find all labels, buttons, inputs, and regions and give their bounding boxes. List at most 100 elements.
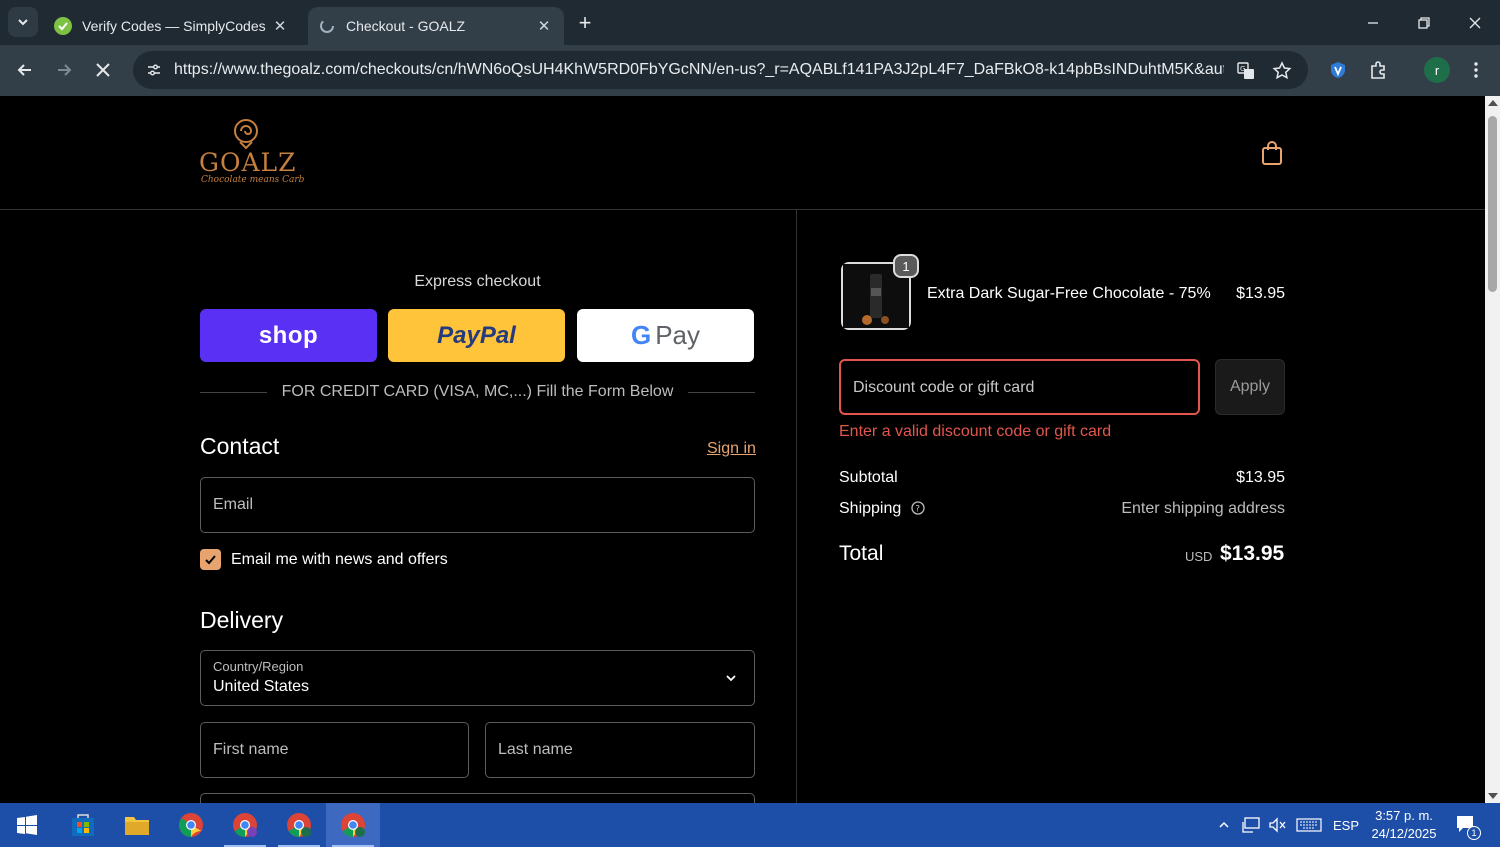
windows-taskbar: ESP 3:57 p. m. 24/12/2025 1 — [0, 803, 1500, 847]
address-bar[interactable]: https://www.thegoalz.com/checkouts/cn/hW… — [133, 51, 1308, 89]
clock-date: 24/12/2025 — [1371, 826, 1437, 841]
discount-code-input[interactable]: Discount code or gift card — [839, 359, 1200, 415]
microsoft-store-app[interactable] — [56, 803, 110, 847]
folder-icon — [125, 817, 149, 835]
chrome-app[interactable] — [164, 803, 218, 847]
company-field[interactable] — [200, 793, 755, 803]
site-info-icon[interactable] — [141, 57, 167, 83]
extension-shield-icon[interactable] — [1323, 55, 1353, 85]
chrome-active-app[interactable] — [326, 803, 380, 847]
logo-emblem-icon — [234, 119, 258, 150]
email-placeholder: Email — [213, 496, 254, 513]
express-checkout-title: Express checkout — [414, 273, 541, 290]
store-header: GOALZ Chocolate means Carb — [0, 96, 1485, 210]
checkout-page: GOALZ Chocolate means Carb Express check… — [0, 96, 1485, 803]
chrome-profile-p-app[interactable] — [218, 803, 272, 847]
delivery-heading: Delivery — [200, 607, 284, 633]
show-hidden-icons-chevron-up-icon[interactable] — [1212, 803, 1236, 847]
url-text: https://www.thegoalz.com/checkouts/cn/hW… — [174, 61, 1224, 78]
credit-card-divider: FOR CREDIT CARD (VISA, MC,...) Fill the … — [200, 382, 755, 402]
volume-muted-icon[interactable] — [1265, 803, 1289, 847]
apply-discount-button[interactable]: Apply — [1215, 359, 1285, 415]
store-logo[interactable]: GOALZ Chocolate means Carb — [199, 118, 309, 188]
paypal-button[interactable]: PayPal — [388, 309, 565, 362]
close-window-button[interactable] — [1450, 0, 1500, 45]
kebab-menu-icon[interactable] — [1461, 55, 1491, 85]
first-name-placeholder: First name — [213, 741, 289, 758]
subtotal-label: Subtotal — [839, 469, 898, 486]
discount-error-message: Enter a valid discount code or gift card — [839, 423, 1112, 440]
paypal-label: PayPal — [437, 321, 516, 349]
shop-pay-button[interactable]: shop — [200, 309, 377, 362]
translate-icon[interactable]: G — [1233, 58, 1259, 84]
shipping-value: Enter shipping address — [1121, 500, 1285, 517]
scrollbar-thumb[interactable] — [1488, 116, 1497, 292]
quantity-badge: 1 — [893, 254, 919, 278]
chrome-profile-r-app[interactable] — [272, 803, 326, 847]
column-divider — [796, 210, 797, 803]
close-icon — [96, 63, 110, 77]
google-pay-label: Pay — [655, 320, 701, 350]
chevron-down-icon — [18, 19, 28, 26]
sign-in-link[interactable]: Sign in — [707, 440, 756, 458]
last-name-placeholder: Last name — [498, 741, 573, 758]
country-select[interactable]: Country/Region United States — [200, 650, 755, 706]
restore-button[interactable] — [1399, 0, 1449, 45]
store-icon — [72, 814, 94, 836]
google-g-icon: G — [630, 320, 652, 350]
scroll-down-arrow-icon[interactable] — [1488, 793, 1498, 799]
discount-placeholder: Discount code or gift card — [853, 379, 1035, 396]
divider-text: FOR CREDIT CARD (VISA, MC,...) Fill the … — [281, 383, 674, 400]
keyboard-icon[interactable] — [1292, 803, 1326, 847]
shipping-label: Shipping ? — [839, 500, 925, 518]
chrome-icon — [341, 813, 365, 837]
country-label: Country/Region — [213, 659, 304, 674]
tab-search-button[interactable] — [8, 7, 38, 37]
new-tab-button[interactable]: + — [572, 10, 598, 36]
tab-checkout-goalz[interactable]: Checkout - GOALZ ✕ — [308, 7, 564, 45]
logo-wordmark: GOALZ — [199, 148, 297, 177]
back-button[interactable] — [10, 55, 40, 85]
forward-button[interactable] — [49, 55, 79, 85]
file-explorer-app[interactable] — [110, 803, 164, 847]
minimize-button[interactable] — [1348, 0, 1398, 45]
tab-simplycodes[interactable]: Verify Codes — SimplyCodes ✕ — [44, 7, 300, 45]
bookmark-star-icon[interactable] — [1269, 58, 1295, 84]
shop-pay-label: shop — [258, 321, 319, 349]
svg-text:G: G — [1240, 65, 1245, 73]
newsletter-checkbox[interactable] — [200, 549, 221, 570]
help-circle-icon[interactable]: ? — [911, 501, 925, 515]
profile-avatar[interactable]: r — [1424, 57, 1450, 83]
total-currency: USD — [1185, 549, 1213, 564]
notification-count-badge: 1 — [1467, 826, 1481, 840]
scroll-up-arrow-icon[interactable] — [1488, 100, 1498, 106]
arrow-right-icon — [58, 64, 72, 76]
email-field[interactable]: Email — [200, 477, 755, 533]
first-name-field[interactable]: First name — [200, 722, 469, 778]
chevron-down-icon — [726, 675, 736, 682]
subtotal-value: $13.95 — [1236, 469, 1285, 486]
page-scrollbar[interactable] — [1485, 96, 1500, 803]
newsletter-label: Email me with news and offers — [231, 551, 448, 568]
close-icon[interactable]: ✕ — [532, 14, 556, 38]
close-icon — [1469, 17, 1481, 28]
chrome-icon — [233, 813, 257, 837]
start-button[interactable] — [0, 803, 54, 847]
network-icon[interactable] — [1238, 803, 1264, 847]
checkmark-icon — [205, 555, 216, 565]
country-value: United States — [213, 678, 310, 695]
last-name-field[interactable]: Last name — [485, 722, 755, 778]
chrome-icon — [179, 813, 203, 837]
input-language[interactable]: ESP — [1330, 803, 1362, 847]
extensions-puzzle-icon[interactable] — [1363, 55, 1393, 85]
system-clock[interactable]: 3:57 p. m. 24/12/2025 — [1364, 807, 1444, 843]
contact-heading: Contact — [200, 433, 280, 459]
stop-loading-button[interactable] — [88, 55, 118, 85]
notification-center-button[interactable]: 1 — [1450, 803, 1484, 847]
google-pay-button[interactable]: G Pay — [577, 309, 754, 362]
cart-bag-icon[interactable] — [1260, 140, 1284, 166]
logo-tagline: Chocolate means Carb — [201, 175, 305, 185]
browser-toolbar: https://www.thegoalz.com/checkouts/cn/hW… — [0, 45, 1500, 96]
chrome-icon — [287, 813, 311, 837]
close-icon[interactable]: ✕ — [268, 14, 292, 38]
